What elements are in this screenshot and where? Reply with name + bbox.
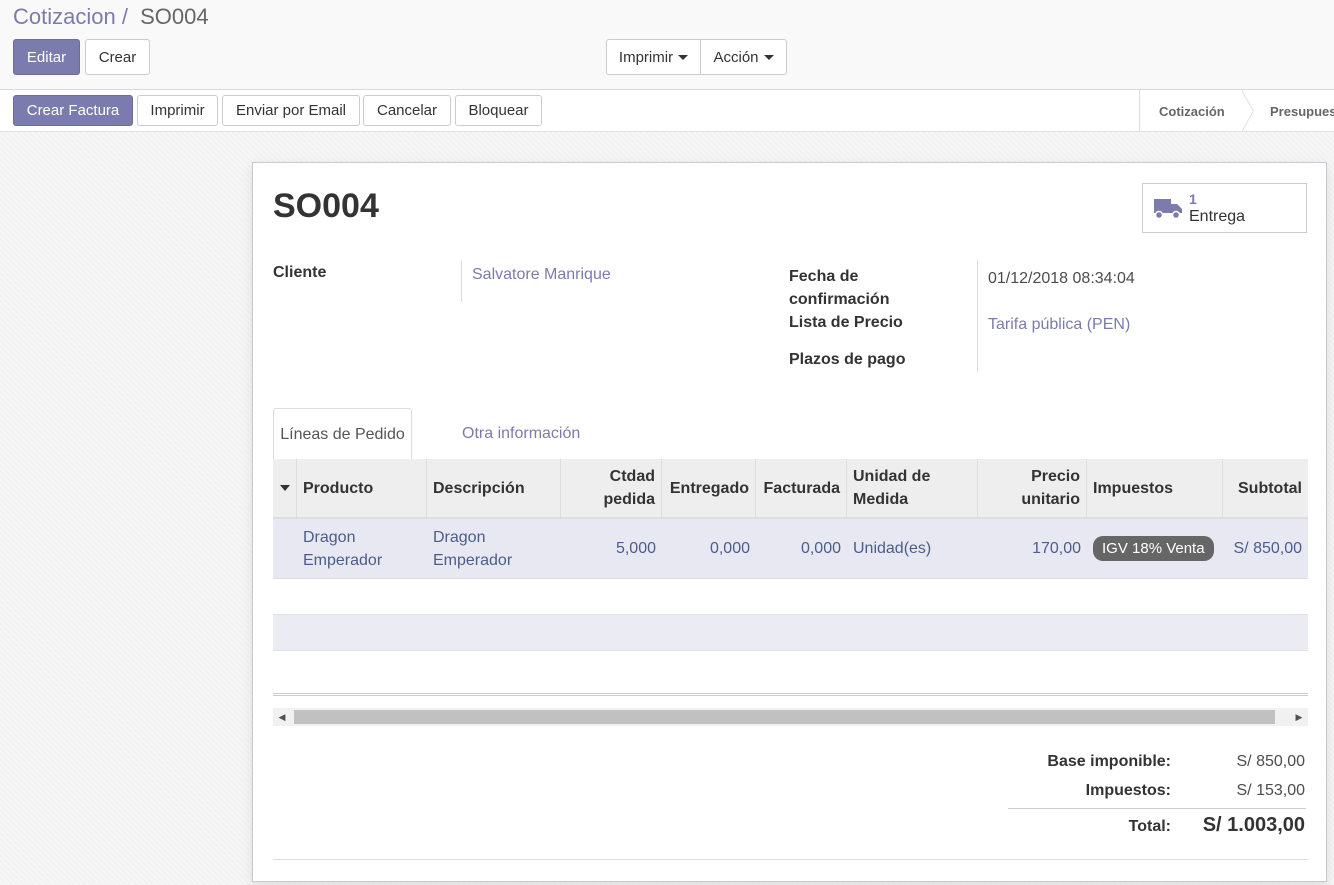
- action-dropdown-label: Acción: [713, 48, 759, 66]
- column-header-subtotal[interactable]: Subtotal: [1223, 459, 1308, 517]
- caret-down-icon: [279, 485, 290, 491]
- create-button[interactable]: Crear: [85, 39, 150, 75]
- caret-down-icon: [763, 54, 774, 60]
- cell-description-line1: Dragon: [433, 528, 486, 546]
- cancel-button[interactable]: Cancelar: [363, 95, 451, 126]
- table-header: Producto Descripción Ctdad pedida Entrega…: [273, 459, 1308, 519]
- stage-quotation[interactable]: Cotización: [1159, 90, 1225, 132]
- horizontal-scrollbar[interactable]: ◀ ▶: [273, 708, 1308, 726]
- stage-quotation-sent[interactable]: Presupues: [1270, 90, 1334, 132]
- totals-divider: [1008, 808, 1306, 809]
- column-header-description[interactable]: Descripción: [427, 459, 561, 517]
- column-header-invoiced[interactable]: Facturada: [756, 459, 847, 517]
- table-row[interactable]: Dragon Emperador Dragon Emperador 5,000 0,…: [273, 519, 1308, 579]
- total-value: S/ 1.003,00: [1202, 814, 1305, 836]
- sort-handle-header[interactable]: [273, 459, 297, 517]
- truck-icon: [1154, 199, 1182, 220]
- table-row-empty: [273, 651, 1308, 696]
- notebook-tabs: Líneas de Pedido Otra información: [273, 408, 1308, 461]
- cell-product-line1: Dragon: [303, 528, 356, 546]
- column-header-quantity-line1: Ctdad: [609, 468, 655, 485]
- cell-description-line2: Emperador: [433, 551, 513, 569]
- customer-value[interactable]: Salvatore Manrique: [472, 263, 611, 286]
- breadcrumb-parent-link[interactable]: Cotizacion: [13, 4, 116, 29]
- status-stages: Cotización Presupues: [1139, 90, 1334, 132]
- taxes-amount-label: Impuestos:: [1085, 782, 1171, 799]
- untaxed-amount-value: S/ 850,00: [1236, 753, 1306, 770]
- scroll-left-icon[interactable]: ◀: [273, 708, 291, 726]
- confirmation-date-label-line2: confirmación: [789, 291, 890, 308]
- column-header-uom[interactable]: Unidad de Medida: [847, 459, 978, 517]
- column-header-quantity[interactable]: Ctdad pedida: [561, 459, 662, 517]
- control-panel: Cotizacion / SO004 Editar Crear Imprimir…: [0, 0, 1334, 90]
- cell-quantity: 5,000: [615, 540, 656, 557]
- confirmation-date-label-line1: Fecha de: [789, 268, 859, 285]
- cell-product: Dragon Emperador: [297, 519, 427, 578]
- delivery-count: 1: [1189, 191, 1197, 207]
- column-header-product[interactable]: Producto: [297, 459, 427, 517]
- print-button[interactable]: Imprimir: [137, 95, 218, 126]
- cell-product-line2: Emperador: [303, 551, 383, 569]
- column-header-taxes[interactable]: Impuestos: [1087, 459, 1223, 517]
- breadcrumb-separator: /: [121, 4, 128, 29]
- scrollbar-thumb[interactable]: [294, 710, 1275, 724]
- payment-terms-label: Plazos de pago: [789, 351, 906, 368]
- scroll-right-icon[interactable]: ▶: [1290, 708, 1308, 726]
- breadcrumb: Cotizacion / SO004: [13, 4, 209, 30]
- send-email-button[interactable]: Enviar por Email: [222, 95, 360, 126]
- cell-unit-price: 170,00: [1032, 540, 1081, 557]
- column-header-unit-price-line1: Precio: [1031, 468, 1080, 485]
- column-header-uom-line1: Unidad de: [853, 468, 931, 485]
- column-header-uom-line2: Medida: [853, 491, 909, 508]
- lock-button[interactable]: Bloquear: [455, 95, 542, 126]
- cell-subtotal: S/ 850,00: [1233, 540, 1303, 557]
- field-divider: [461, 260, 462, 302]
- statusbar: Crear Factura Imprimir Enviar por Email …: [0, 90, 1334, 132]
- cell-description: Dragon Emperador: [427, 519, 561, 578]
- tax-tag: IGV 18% Venta: [1093, 536, 1214, 561]
- cell-delivered: 0,000: [709, 540, 750, 557]
- tab-order-lines[interactable]: Líneas de Pedido: [273, 408, 412, 461]
- field-divider: [977, 260, 978, 372]
- form-sheet: SO004 1 Entrega Cliente Salvatore Manriq…: [252, 162, 1327, 882]
- customer-label: Cliente: [273, 264, 327, 281]
- taxes-amount-value: S/ 153,00: [1236, 782, 1306, 799]
- pricelist-value[interactable]: Tarifa pública (PEN): [988, 313, 1130, 336]
- column-header-quantity-line2: pedida: [603, 491, 655, 508]
- edit-button[interactable]: Editar: [13, 39, 80, 75]
- caret-down-icon: [678, 54, 689, 60]
- print-dropdown-label: Imprimir: [618, 48, 674, 66]
- print-dropdown-button[interactable]: Imprimir: [606, 39, 701, 75]
- column-header-unit-price[interactable]: Precio unitario: [978, 459, 1087, 517]
- confirmation-date-value: 01/12/2018 08:34:04: [988, 270, 1135, 287]
- column-header-unit-price-line2: unitario: [1021, 491, 1080, 508]
- delivery-label: Entrega: [1189, 208, 1246, 225]
- untaxed-amount-label: Base imponible:: [1047, 753, 1171, 770]
- tab-other-info[interactable]: Otra información: [462, 408, 580, 460]
- sheet-bottom-divider: [273, 859, 1308, 860]
- cell-invoiced: 0,000: [800, 540, 841, 557]
- cell-uom: Unidad(es): [853, 540, 932, 557]
- cell-taxes: IGV 18% Venta: [1087, 519, 1223, 578]
- table-row-empty: [273, 615, 1308, 651]
- breadcrumb-current: SO004: [140, 4, 209, 29]
- total-label: Total:: [1128, 818, 1171, 835]
- column-header-delivered[interactable]: Entregado: [662, 459, 756, 517]
- order-name: SO004: [273, 187, 379, 225]
- pricelist-label: Lista de Precio: [789, 314, 903, 331]
- table-row-empty: [273, 579, 1308, 615]
- action-dropdown-button[interactable]: Acción: [700, 39, 787, 75]
- create-invoice-button[interactable]: Crear Factura: [13, 95, 133, 126]
- delivery-smart-button[interactable]: 1 Entrega: [1142, 183, 1307, 233]
